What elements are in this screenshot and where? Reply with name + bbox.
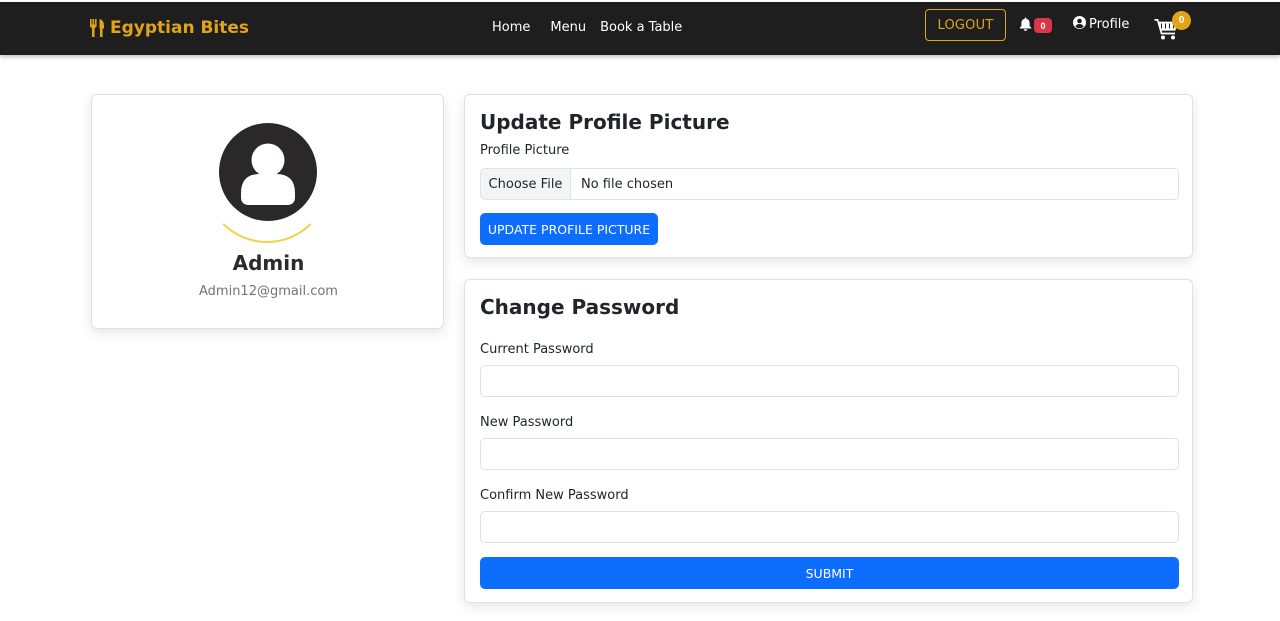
nav-link-book-table[interactable]: Book a Table: [600, 20, 682, 35]
update-picture-title: Update Profile Picture: [480, 110, 730, 134]
change-password-title: Change Password: [480, 295, 680, 319]
avatar: [204, 117, 330, 243]
nav-links: Home Menu Book a Table: [492, 20, 682, 35]
navbar: Egyptian Bites Home Menu Book a Table LO…: [0, 2, 1280, 55]
choose-file-button[interactable]: Choose File: [481, 169, 571, 199]
profile-picture-label: Profile Picture: [480, 143, 570, 158]
user-circle-icon: [1073, 16, 1086, 33]
file-status-text: No file chosen: [581, 176, 674, 192]
cart-count-badge: 0: [1172, 11, 1191, 30]
nav-link-menu[interactable]: Menu: [550, 20, 586, 35]
nav-link-home[interactable]: Home: [492, 20, 530, 35]
profile-email: Admin12@gmail.com: [199, 284, 338, 299]
cart-button[interactable]: 0: [1154, 11, 1194, 46]
profile-picture-file-input[interactable]: Choose File No file chosen: [480, 168, 1179, 200]
notification-count-badge: 0: [1034, 18, 1052, 33]
avatar-user-icon: [219, 123, 317, 221]
logout-button[interactable]: LOGOUT: [925, 9, 1006, 41]
profile-card: Admin Admin12@gmail.com: [91, 94, 444, 329]
brand-logo[interactable]: Egyptian Bites: [89, 18, 249, 38]
profile-name: Admin: [232, 251, 305, 275]
new-password-label: New Password: [480, 415, 574, 430]
profile-link[interactable]: Profile: [1073, 16, 1129, 33]
utensils-icon: [89, 19, 106, 37]
current-password-label: Current Password: [480, 342, 594, 357]
profile-label: Profile: [1089, 17, 1130, 32]
notifications-button[interactable]: 0: [1019, 16, 1055, 34]
new-password-input[interactable]: [480, 438, 1179, 470]
confirm-password-label: Confirm New Password: [480, 488, 629, 503]
change-password-card: Change Password Current Password New Pas…: [464, 279, 1193, 603]
bell-icon: [1019, 17, 1032, 36]
current-password-input[interactable]: [480, 365, 1179, 397]
brand-name: Egyptian Bites: [110, 18, 250, 38]
update-picture-card: Update Profile Picture Profile Picture C…: [464, 94, 1193, 258]
update-picture-button[interactable]: UPDATE PROFILE PICTURE: [480, 213, 658, 245]
submit-button[interactable]: SUBMIT: [480, 557, 1179, 589]
confirm-password-input[interactable]: [480, 511, 1179, 543]
